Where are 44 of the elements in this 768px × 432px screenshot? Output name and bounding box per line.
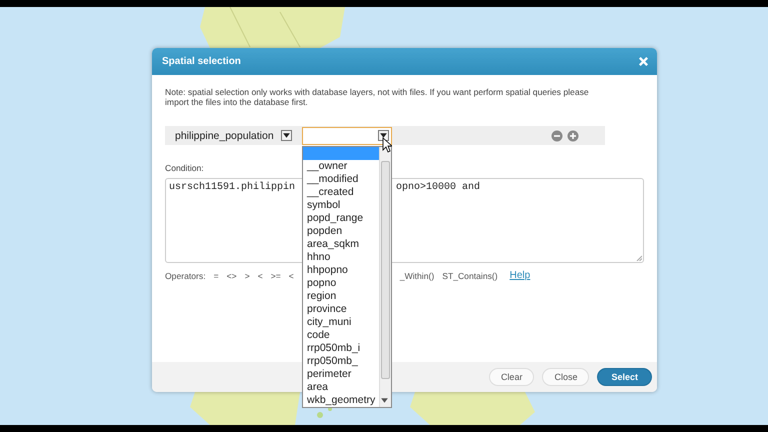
operators-label: Operators: [165, 270, 206, 280]
dropdown-arrow-icon[interactable] [378, 130, 389, 141]
minus-icon[interactable] [551, 130, 563, 142]
operator-link[interactable]: < [288, 270, 294, 280]
dropdown-option[interactable]: code [303, 329, 379, 342]
dropdown-option[interactable]: hhno [303, 251, 379, 264]
layer-select[interactable]: philippine_population [173, 128, 292, 144]
select-button[interactable]: Select [597, 368, 652, 386]
operator-link[interactable]: < [258, 270, 263, 280]
function-link[interactable]: ST_Contains() [442, 270, 498, 280]
dialog-title: Spatial selection [162, 56, 242, 67]
help-link[interactable]: Help [510, 270, 530, 281]
dropdown-option[interactable]: popden [303, 225, 379, 238]
close-icon[interactable] [638, 56, 649, 67]
condition-label: Condition: [165, 163, 204, 173]
field-select[interactable] [302, 126, 392, 144]
dropdown-option[interactable]: hhpopno [303, 264, 379, 277]
dialog-button[interactable]: Close [542, 368, 590, 386]
resize-grip-icon[interactable] [636, 255, 642, 261]
dropdown-option[interactable]: popd_range [303, 212, 379, 225]
dropdown-option[interactable]: popno [303, 277, 379, 290]
scrollbar[interactable] [379, 147, 391, 407]
dropdown-arrow-icon[interactable] [281, 130, 292, 141]
dropdown-option[interactable]: symbol [303, 199, 379, 212]
dropdown-option[interactable]: wkb_geometry [303, 394, 379, 407]
dropdown-option[interactable]: rrp050mb_ [303, 355, 379, 368]
operator-link[interactable]: >= [270, 270, 281, 280]
dropdown-option[interactable]: province [303, 303, 379, 316]
operator-link[interactable]: = [214, 270, 219, 280]
dropdown-option[interactable]: perimeter [303, 368, 379, 381]
dropdown-option[interactable]: rrp050mb_i [303, 342, 379, 355]
dropdown-option[interactable]: area_sqkm [303, 238, 379, 251]
dropdown-option[interactable]: __owner [303, 160, 379, 173]
dropdown-option[interactable]: city_muni [303, 316, 379, 329]
note-text: Note: spatial selection only works with database layers, not with files. If you want perform spatial queries please import the files into the database first. [165, 88, 590, 107]
dialog-button[interactable]: Clear [488, 368, 534, 386]
scroll-down-icon[interactable] [380, 396, 389, 405]
dropdown-option[interactable]: __created [303, 186, 379, 199]
dropdown-option[interactable]: area [303, 381, 379, 394]
dropdown-option[interactable]: region [303, 290, 379, 303]
operator-link[interactable]: <> [226, 270, 237, 280]
plus-icon[interactable] [567, 130, 579, 142]
operator-link[interactable]: > [244, 270, 250, 280]
function-link[interactable]: _Within() [400, 270, 434, 280]
